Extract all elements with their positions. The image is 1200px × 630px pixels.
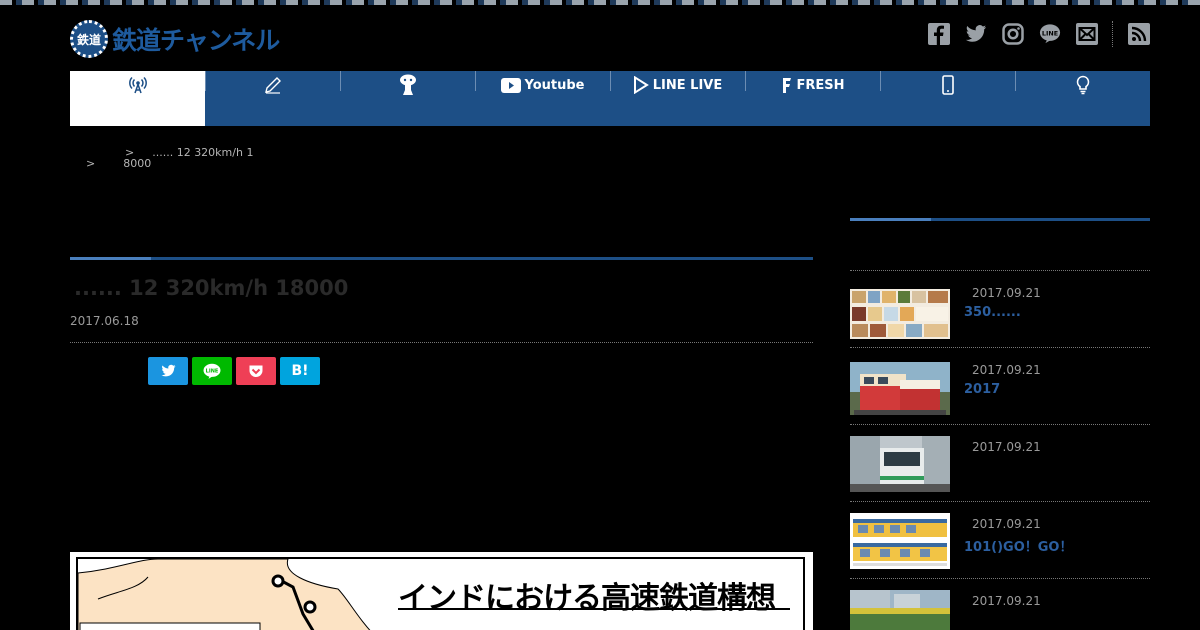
- breadcrumb-current: ...... 12 320km/h 1: [152, 146, 254, 159]
- list-item-title[interactable]: 2017: [964, 382, 1000, 397]
- lightbulb-icon: [1076, 75, 1089, 95]
- nav-label-line-live: LINE LIVE: [652, 77, 723, 93]
- sidebar: 2017.09.21 350...... 2017.09.21 2017 201…: [850, 218, 1150, 630]
- youtube-icon: [500, 77, 521, 93]
- list-item-date: 2017.09.21: [972, 286, 1041, 300]
- line-live-icon: [633, 76, 649, 94]
- site-name: 鉄道チャンネル: [112, 26, 280, 55]
- list-item[interactable]: 2017.09.21 350......: [850, 270, 1150, 347]
- breadcrumb-current-cont: 8000: [123, 157, 152, 170]
- nav-item-mascot[interactable]: [340, 71, 475, 126]
- breadcrumb-separator: >: [86, 157, 96, 170]
- list-item[interactable]: 2017.09.21: [850, 424, 1150, 501]
- fresh-icon: [783, 78, 792, 93]
- site-header: 鉄道 鉄道チャンネル LINE: [0, 5, 1200, 71]
- main-nav: Youtube LINE LIVE FRESH: [70, 71, 1150, 126]
- nav-item-youtube[interactable]: Youtube: [475, 71, 610, 126]
- list-item[interactable]: 2017.09.21: [850, 578, 1150, 630]
- site-logo[interactable]: 鉄道 鉄道チャンネル: [70, 19, 280, 59]
- twitter-icon[interactable]: [965, 23, 987, 45]
- article-title: ...... 12 320km/h 18000: [74, 276, 349, 300]
- thumbnail: [850, 513, 950, 569]
- article-date: 2017.06.18: [70, 314, 139, 328]
- list-item-date: 2017.09.21: [972, 517, 1041, 531]
- map-frame: インドにおける高速鉄道構想: [76, 557, 805, 630]
- nav-item-idea[interactable]: [1015, 71, 1150, 126]
- nav-item-write[interactable]: [205, 71, 340, 126]
- thumbnail: [850, 590, 950, 630]
- logo-badge: 鉄道: [70, 20, 108, 58]
- nav-item-line-live[interactable]: LINE LIVE: [610, 71, 745, 126]
- nav-label-fresh: FRESH: [796, 77, 845, 93]
- smartphone-icon: [941, 75, 954, 95]
- thumbnail: [850, 289, 950, 339]
- social-links: LINE: [913, 21, 1150, 47]
- nav-item-smartphone[interactable]: [880, 71, 1015, 126]
- list-item-date: 2017.09.21: [972, 440, 1041, 454]
- share-hatena-button[interactable]: B!: [280, 357, 320, 385]
- list-item-title[interactable]: 350......: [964, 305, 1021, 320]
- twitter-icon: [161, 364, 175, 377]
- social-separator: [1112, 21, 1113, 47]
- share-line-button[interactable]: LINE: [192, 357, 232, 385]
- mascot-icon: [399, 74, 416, 95]
- line-icon: LINE: [203, 363, 221, 379]
- share-pocket-button[interactable]: [236, 357, 276, 385]
- nav-item-broadcast[interactable]: [70, 71, 205, 126]
- hatena-icon: B!: [291, 363, 309, 379]
- line-icon[interactable]: LINE: [1039, 23, 1061, 45]
- thumbnail: [850, 436, 950, 492]
- map-title: インドにおける高速鉄道構想: [398, 581, 776, 616]
- share-buttons: LINE B!: [148, 357, 320, 385]
- pencil-icon: [264, 77, 281, 94]
- sidebar-list: 2017.09.21 350...... 2017.09.21 2017 201…: [850, 270, 1150, 630]
- breadcrumb-line2: >8000: [86, 157, 151, 170]
- list-item[interactable]: 2017.09.21 101()GO！GO！: [850, 501, 1150, 578]
- broadcast-icon: [128, 76, 147, 94]
- facebook-icon[interactable]: [928, 23, 950, 45]
- divider: [70, 342, 813, 343]
- rss-icon[interactable]: [1128, 23, 1150, 45]
- thumbnail: [850, 362, 950, 415]
- share-twitter-button[interactable]: [148, 357, 188, 385]
- map-title-underline: [398, 608, 790, 610]
- nav-label-youtube: Youtube: [524, 77, 585, 93]
- svg-text:LINE: LINE: [1042, 29, 1058, 37]
- sidebar-accent-bar: [850, 218, 1150, 221]
- svg-text:LINE: LINE: [206, 368, 219, 374]
- list-item[interactable]: 2017.09.21 2017: [850, 347, 1150, 424]
- article-image: インドにおける高速鉄道構想: [70, 552, 813, 630]
- pocket-icon: [249, 365, 263, 377]
- instagram-icon[interactable]: [1002, 23, 1024, 45]
- list-item-title[interactable]: 101()GO！GO！: [964, 536, 1072, 555]
- mail-icon[interactable]: [1076, 23, 1098, 45]
- nav-item-fresh[interactable]: FRESH: [745, 71, 880, 126]
- list-item-date: 2017.09.21: [972, 594, 1041, 608]
- list-item-date: 2017.09.21: [972, 363, 1041, 377]
- title-accent-bar: [70, 257, 813, 260]
